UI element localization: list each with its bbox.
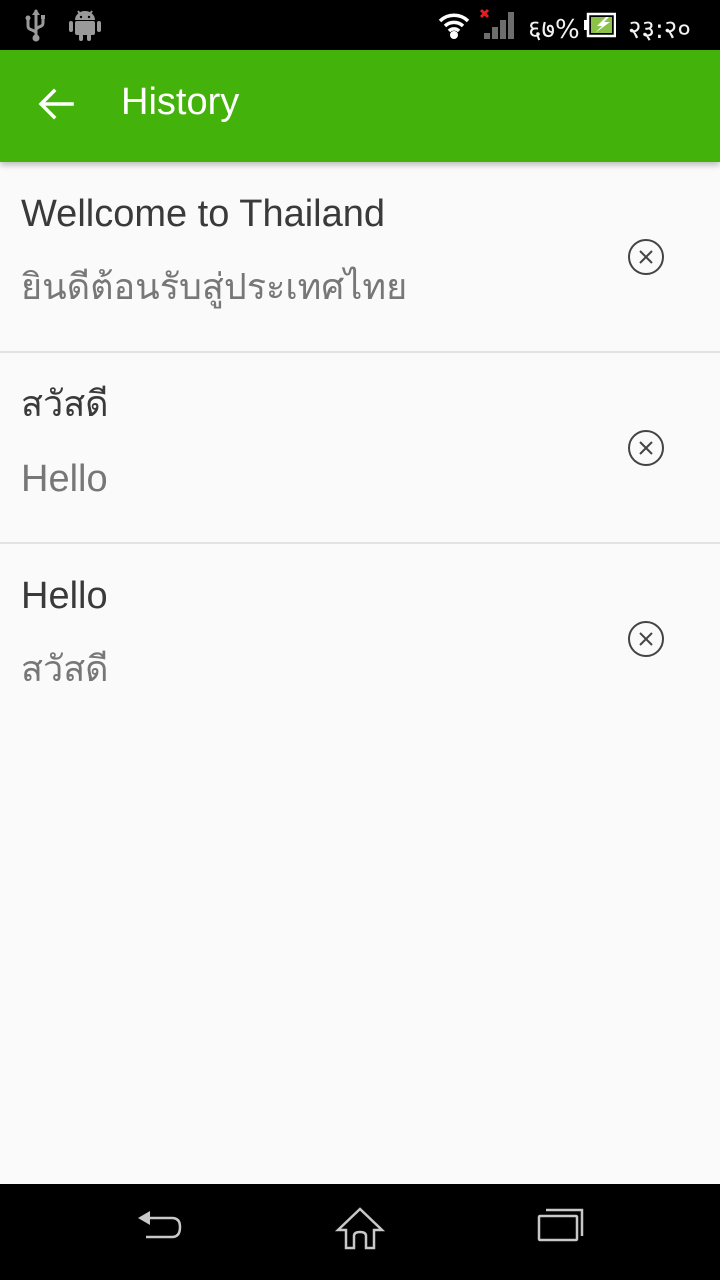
back-icon (134, 1211, 186, 1250)
wifi-icon (438, 10, 470, 45)
nav-recent-apps-button[interactable] (536, 1206, 596, 1262)
circle-x-icon (627, 430, 665, 471)
battery-percent: ६७% (528, 15, 580, 45)
delete-history-button[interactable] (627, 429, 665, 467)
delete-history-button[interactable] (627, 238, 665, 276)
history-item[interactable]: Hello สวัสดี (0, 544, 720, 733)
history-source-text: สวัสดี (21, 384, 109, 425)
nav-back-button[interactable] (134, 1206, 194, 1262)
page-title: History (121, 81, 240, 123)
home-icon (334, 1207, 386, 1256)
arrow-left-icon (38, 88, 74, 125)
history-translation-text: ยินดีต้อนรับสู่ประเทศไทย (21, 267, 408, 308)
nav-home-button[interactable] (334, 1206, 394, 1262)
battery-charging-icon (584, 12, 617, 43)
app-bar: History (0, 50, 720, 162)
history-list: Wellcome to Thailand ยินดีต้อนรับสู่ประเ… (0, 162, 720, 733)
history-source-text: Hello (21, 575, 108, 617)
history-item[interactable]: สวัสดี Hello (0, 353, 720, 544)
status-bar: ६७% २३:२० (0, 0, 720, 50)
history-translation-text: สวัสดี (21, 649, 109, 690)
navigation-bar (0, 1184, 720, 1280)
circle-x-icon (627, 239, 665, 280)
delete-history-button[interactable] (627, 620, 665, 658)
signal-no-sim-icon (478, 8, 518, 45)
clock: २३:२० (628, 15, 691, 45)
history-source-text: Wellcome to Thailand (21, 193, 386, 235)
usb-icon (24, 8, 48, 47)
history-translation-text: Hello (21, 458, 108, 500)
android-debug-icon (69, 8, 101, 47)
circle-x-icon (627, 621, 665, 662)
back-button[interactable] (28, 78, 84, 134)
recent-apps-icon (536, 1208, 586, 1250)
history-item[interactable]: Wellcome to Thailand ยินดีต้อนรับสู่ประเ… (0, 162, 720, 353)
